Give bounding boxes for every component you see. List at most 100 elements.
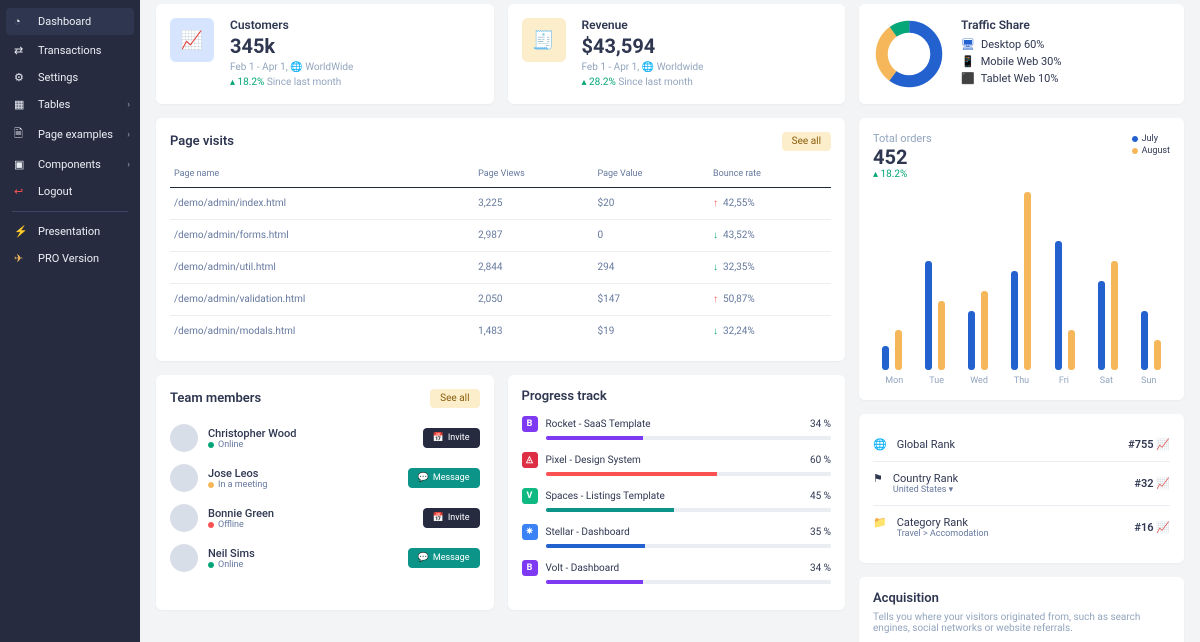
rank-row[interactable]: ⚑Country RankUnited States ▾ #32 📈 — [873, 461, 1170, 505]
legend-dot — [1132, 136, 1138, 142]
arrow-down-icon: ↓ — [713, 230, 718, 241]
sidebar-divider — [12, 211, 128, 212]
team-members-card: Team members See all Christopher Wood On… — [156, 375, 494, 610]
progress-item: BVolt - Dashboard 34 % — [522, 560, 832, 584]
project-icon: ◬ — [522, 452, 538, 468]
invite-button[interactable]: 📅Invite — [423, 428, 480, 448]
acquisition-card: Acquisition Tells you where your visitor… — [859, 577, 1184, 642]
traffic-donut-chart — [873, 18, 945, 90]
customers-value: 345k — [230, 34, 353, 58]
customers-card: 📈 Customers 345k Feb 1 - Apr 1, 🌐 WorldW… — [156, 4, 494, 104]
progress-bar — [546, 580, 832, 584]
invite-icon: 📅 — [433, 513, 444, 523]
arrow-down-icon: ↓ — [713, 326, 718, 337]
rank-card: 🌐Global Rank #755 📈 ⚑Country RankUnited … — [859, 414, 1184, 563]
sidebar-item-presentation[interactable]: ⚡Presentation — [0, 218, 140, 245]
traffic-legend-item: 📱Mobile Web 30% — [961, 55, 1061, 68]
table-row[interactable]: /demo/admin/modals.html1,483$19↓ 32,24% — [170, 316, 831, 348]
sidebar-item-logout[interactable]: ↩Logout — [0, 178, 140, 205]
sidebar-item-page-examples[interactable]: 🗎 Page examples › — [0, 118, 140, 151]
legend-dot — [1132, 148, 1138, 154]
sidebar-item-components[interactable]: ▣ Components › — [0, 151, 140, 178]
table-header: Bounce rate — [709, 161, 831, 188]
table-row[interactable]: /demo/admin/validation.html2,050$147↑ 50… — [170, 284, 831, 316]
sidebar-item-label: Logout — [38, 185, 72, 198]
progress-item: ✷Stellar - Dashboard 35 % — [522, 524, 832, 548]
team-member-row: Neil Sims Online 💬Message — [170, 538, 480, 578]
rank-icon: ⚑ — [873, 472, 883, 485]
dashboard-icon: ◔ — [14, 15, 28, 28]
device-icon: 🖥 — [961, 38, 975, 51]
table-row[interactable]: /demo/admin/forms.html2,9870↓ 43,52% — [170, 220, 831, 252]
rank-icon: 📁 — [873, 516, 887, 529]
traffic-share-card: Traffic Share 🖥Desktop 60%📱Mobile Web 30… — [859, 4, 1184, 104]
revenue-value: $43,594 — [582, 34, 704, 58]
message-icon: 💬 — [418, 553, 429, 563]
project-icon: ✷ — [522, 524, 538, 540]
message-button[interactable]: 💬Message — [408, 548, 480, 568]
settings-icon: ⚙ — [14, 71, 28, 84]
see-all-button[interactable]: See all — [782, 132, 831, 151]
project-icon: B — [522, 560, 538, 576]
invite-icon: 📅 — [433, 433, 444, 443]
team-member-row: Christopher Wood Online 📅Invite — [170, 418, 480, 458]
sidebar-item-dashboard[interactable]: ◔Dashboard — [6, 8, 134, 35]
project-icon: V — [522, 488, 538, 504]
avatar — [170, 424, 198, 452]
sidebar-item-pro-version[interactable]: ✈PRO Version — [0, 245, 140, 272]
customers-title: Customers — [230, 18, 353, 32]
message-icon: 💬 — [418, 473, 429, 483]
status-dot — [208, 442, 214, 448]
member-name: Neil Sims — [208, 547, 398, 560]
table-header: Page name — [170, 161, 474, 188]
chart-bar-group — [1005, 192, 1038, 370]
table-row[interactable]: /demo/admin/index.html3,225$20↑ 42,55% — [170, 188, 831, 220]
chart-line-icon: 📈 — [170, 18, 214, 62]
avatar — [170, 544, 198, 572]
chevron-right-icon: › — [127, 130, 130, 140]
avatar — [170, 504, 198, 532]
progress-item: VSpaces - Listings Template 45 % — [522, 488, 832, 512]
chart-bar-group — [1048, 192, 1081, 370]
chart-bar-group — [918, 192, 951, 370]
traffic-legend-item: ⬛Tablet Web 10% — [961, 72, 1061, 85]
tables-icon: ▦ — [14, 98, 28, 111]
sidebar-item-settings[interactable]: ⚙ Settings — [0, 64, 140, 91]
sidebar-item-transactions[interactable]: ⇄Transactions — [0, 37, 140, 64]
progress-bar — [546, 436, 832, 440]
components-icon: ▣ — [14, 158, 28, 171]
progress-item: BRocket - SaaS Template 34 % — [522, 416, 832, 440]
page examples-icon: 🗎 — [14, 125, 28, 144]
page-visits-table: Page namePage ViewsPage ValueBounce rate… — [170, 161, 831, 347]
page-visits-title: Page visits — [170, 134, 234, 149]
status-dot — [208, 482, 214, 488]
team-member-row: Bonnie Green Offline 📅Invite — [170, 498, 480, 538]
rank-icon: 🌐 — [873, 438, 887, 451]
orders-bar-chart — [873, 180, 1170, 370]
device-icon: ⬛ — [961, 72, 975, 85]
traffic-legend-item: 🖥Desktop 60% — [961, 38, 1061, 51]
sidebar-item-label: Components — [38, 158, 101, 171]
sidebar-item-tables[interactable]: ▦Tables› — [0, 91, 140, 118]
chart-bar-group — [1135, 192, 1168, 370]
member-name: Jose Leos — [208, 467, 398, 480]
sidebar-item-label: Settings — [38, 71, 78, 84]
project-icon: B — [522, 416, 538, 432]
sidebar: ◔Dashboard⇄Transactions ⚙ Settings ▦Tables›… — [0, 0, 140, 642]
chevron-right-icon: › — [127, 160, 130, 170]
rank-row[interactable]: 📁Category RankTravel > Accomodation #16 … — [873, 505, 1170, 549]
table-row[interactable]: /demo/admin/util.html2,844294↓ 32,35% — [170, 252, 831, 284]
invite-button[interactable]: 📅Invite — [423, 508, 480, 528]
see-all-button[interactable]: See all — [430, 389, 479, 408]
page-visits-card: Page visits See all Page namePage ViewsP… — [156, 118, 845, 361]
team-member-row: Jose Leos In a meeting 💬Message — [170, 458, 480, 498]
chart-icon: 📈 — [1156, 477, 1170, 490]
message-button[interactable]: 💬Message — [408, 468, 480, 488]
table-header: Page Views — [474, 161, 593, 188]
transactions-icon: ⇄ — [14, 44, 28, 57]
sidebar-item-label: Page examples — [38, 128, 113, 141]
arrow-up-icon: ↑ — [713, 198, 718, 209]
chart-bar-group — [1091, 192, 1124, 370]
revenue-title: Revenue — [582, 18, 704, 32]
rank-row[interactable]: 🌐Global Rank #755 📈 — [873, 428, 1170, 461]
